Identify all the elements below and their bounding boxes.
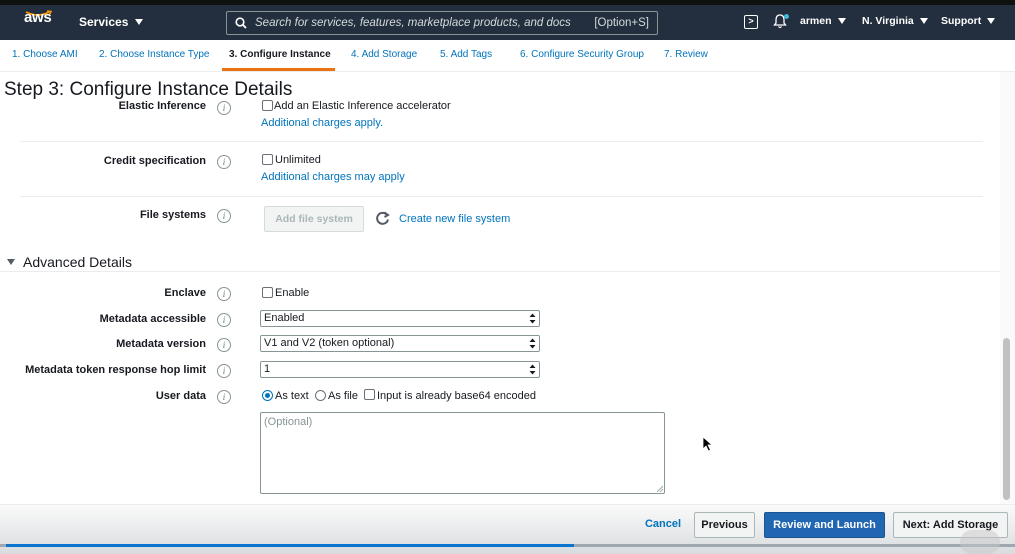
chevron-down-icon: [135, 19, 144, 25]
credit-specification-label: Credit specification: [103, 155, 206, 167]
info-icon[interactable]: i: [217, 313, 231, 327]
metadata-accessible-label: Metadata accessible: [99, 313, 206, 325]
advanced-details-toggle[interactable]: Advanced Details: [7, 254, 132, 270]
info-icon[interactable]: i: [217, 390, 231, 404]
tab-add-tags[interactable]: 5. Add Tags: [440, 49, 492, 60]
tab-review[interactable]: 7. Review: [664, 49, 708, 60]
services-menu[interactable]: Services: [79, 15, 144, 29]
as-text-radio[interactable]: [262, 390, 273, 401]
tab-configure-instance[interactable]: 3. Configure Instance: [229, 49, 331, 60]
player-watermark-icon: [960, 530, 1000, 554]
tab-configure-security-group[interactable]: 6. Configure Security Group: [520, 49, 644, 60]
cloudshell-icon[interactable]: >: [744, 15, 758, 29]
unlimited-checkbox-label: Unlimited: [275, 154, 321, 166]
select-arrows-icon: [529, 364, 536, 375]
user-data-textarea[interactable]: (Optional): [260, 412, 665, 494]
info-icon[interactable]: i: [217, 287, 231, 301]
region-name: N. Virginia: [862, 15, 914, 27]
elastic-inference-checkbox[interactable]: [262, 100, 273, 111]
select-arrows-icon: [529, 338, 536, 349]
region-menu[interactable]: N. Virginia: [862, 15, 928, 27]
search-placeholder: Search for services, features, marketpla…: [255, 17, 571, 29]
create-new-file-system-link[interactable]: Create new file system: [399, 213, 510, 225]
tab-add-storage[interactable]: 4. Add Storage: [351, 49, 417, 60]
resize-handle-icon[interactable]: [656, 485, 663, 492]
credit-charges-link[interactable]: Additional charges may apply: [261, 171, 405, 183]
base64-checkbox-label: Input is already base64 encoded: [377, 390, 537, 402]
metadata-accessible-value: Enabled: [264, 312, 305, 324]
chevron-down-icon: [837, 18, 846, 24]
info-icon[interactable]: i: [217, 364, 231, 378]
info-icon[interactable]: i: [217, 155, 231, 169]
scrollbar-thumb[interactable]: [1003, 338, 1010, 500]
tab-choose-instance-type[interactable]: 2. Choose Instance Type: [99, 49, 209, 60]
previous-button[interactable]: Previous: [694, 512, 755, 538]
unlimited-checkbox[interactable]: [262, 154, 273, 165]
services-label: Services: [79, 15, 129, 29]
enclave-checkbox-label: Enable: [275, 287, 310, 299]
as-file-radio[interactable]: [315, 390, 326, 401]
hop-limit-label: Metadata token response hop limit: [25, 364, 206, 376]
search-shortcut: [Option+S]: [594, 17, 649, 29]
wizard-steps: 1. Choose AMI 2. Choose Instance Type 3.…: [0, 40, 1015, 72]
enclave-checkbox[interactable]: [262, 287, 273, 298]
page-title: Step 3: Configure Instance Details: [4, 79, 293, 100]
support-menu[interactable]: Support: [941, 15, 996, 27]
elastic-inference-charges-link[interactable]: Additional charges apply.: [261, 117, 383, 129]
chevron-down-icon: [987, 18, 996, 24]
user-data-label: User data: [155, 390, 206, 402]
refresh-icon[interactable]: [375, 211, 390, 226]
user-data-placeholder: (Optional): [264, 416, 313, 428]
hop-limit-select[interactable]: 1: [260, 361, 540, 378]
top-navigation-bar: aws Services Search for services, featur…: [0, 0, 1015, 40]
advanced-details-title: Advanced Details: [23, 254, 132, 270]
info-icon[interactable]: i: [217, 209, 231, 223]
cancel-button[interactable]: Cancel: [640, 512, 686, 538]
chevron-down-icon: [919, 18, 928, 24]
account-name: armen: [800, 15, 832, 27]
caret-down-icon: [7, 259, 15, 265]
elastic-inference-checkbox-label: Add an Elastic Inference accelerator: [274, 100, 451, 112]
search-icon: [235, 17, 247, 29]
divider: [20, 196, 983, 197]
divider: [20, 141, 983, 142]
aws-logo-text: aws: [24, 9, 52, 26]
as-file-label: As file: [328, 390, 358, 402]
mouse-cursor-icon: [702, 436, 714, 452]
review-and-launch-button[interactable]: Review and Launch: [764, 512, 885, 538]
notification-dot: [784, 14, 789, 19]
file-systems-label: File systems: [139, 209, 206, 221]
divider: [0, 271, 1000, 272]
info-icon[interactable]: i: [217, 101, 231, 115]
base64-checkbox[interactable]: [364, 389, 375, 400]
active-tab-indicator: [222, 68, 335, 71]
aws-logo[interactable]: aws: [24, 9, 54, 35]
metadata-version-select[interactable]: V1 and V2 (token optional): [260, 335, 540, 352]
tab-choose-ami[interactable]: 1. Choose AMI: [12, 49, 78, 60]
metadata-version-label: Metadata version: [116, 338, 206, 350]
metadata-accessible-select[interactable]: Enabled: [260, 310, 540, 327]
metadata-version-value: V1 and V2 (token optional): [264, 337, 395, 349]
video-progress-fill: [6, 544, 574, 547]
support-label: Support: [941, 15, 982, 27]
elastic-inference-label: Elastic Inference: [118, 100, 206, 112]
select-arrows-icon: [529, 313, 536, 324]
account-menu[interactable]: armen: [800, 15, 846, 27]
add-file-system-button[interactable]: Add file system: [264, 206, 364, 232]
info-icon[interactable]: i: [217, 338, 231, 352]
search-input[interactable]: Search for services, features, marketpla…: [226, 11, 658, 35]
as-text-label: As text: [275, 390, 309, 402]
enclave-label: Enclave: [164, 287, 206, 299]
hop-limit-value: 1: [264, 363, 271, 375]
